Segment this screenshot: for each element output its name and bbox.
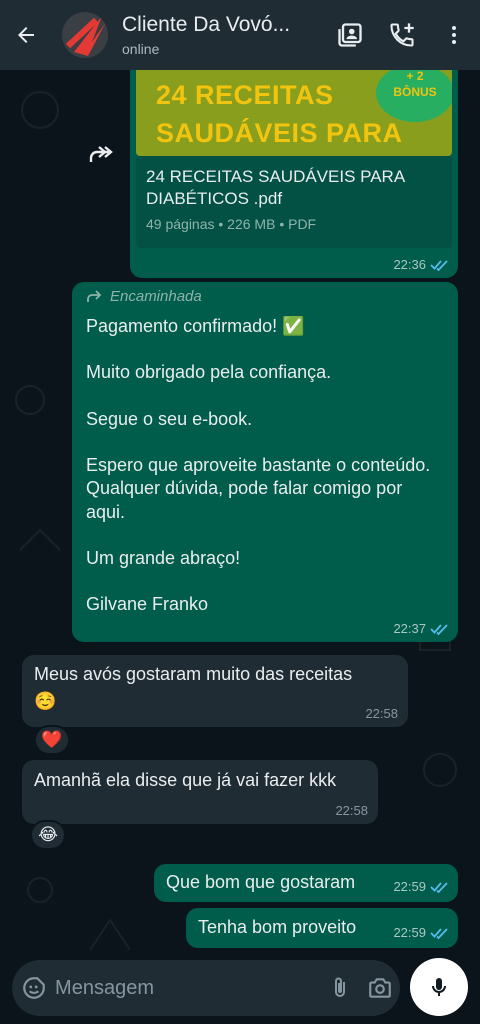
message-time: 22:58 [365,706,398,721]
redaction-scribble-icon [65,16,106,56]
file-meta: 49 páginas • 226 MB • PDF [146,216,317,232]
thumbnail-title-line1: 24 RECEITAS [156,80,334,110]
chat-area[interactable]: 24 RECEITAS SAUDÁVEIS PARA + 2 BÔNUS 24 … [0,70,480,954]
bonus-badge: + 2 BÔNUS [376,70,452,122]
contact-avatar[interactable] [62,12,108,58]
pdf-thumbnail[interactable]: 24 RECEITAS SAUDÁVEIS PARA + 2 BÔNUS [136,70,452,156]
more-vertical-icon [452,26,456,44]
message-meta: 22:59 [393,925,448,940]
message-meta: 22:37 [393,621,448,636]
back-button[interactable] [0,0,52,70]
message-meta: 22:59 [393,879,448,894]
chat-header: Cliente Da Vovó... online [0,0,480,70]
message-time: 22:59 [393,879,426,894]
double-check-icon [430,881,448,893]
add-call-button[interactable] [376,0,428,70]
camera-icon [369,978,391,998]
pdf-message-bubble[interactable]: 24 RECEITAS SAUDÁVEIS PARA + 2 BÔNUS 24 … [130,70,458,278]
incoming-message-bubble[interactable]: Amanhã ela disse que já vai fazer kkk 22… [22,760,378,824]
attach-button[interactable] [320,960,360,1016]
message-input-bar [12,960,400,1016]
double-check-icon [430,259,448,271]
message-reaction[interactable]: ❤️ [34,725,70,755]
message-input[interactable] [55,976,321,1000]
add-call-icon [390,23,414,47]
message-reaction[interactable]: 😂 [30,820,66,850]
contact-status: online [122,41,160,57]
voice-message-button[interactable] [410,958,468,1016]
message-meta: 22:58 [335,803,368,818]
more-options-button[interactable] [428,0,480,70]
contact-card-icon [338,23,362,47]
forward-button[interactable] [80,132,124,176]
thumbnail-title-line2: SAUDÁVEIS PARA [156,118,403,148]
forwarded-message-bubble[interactable]: Encaminhada Pagamento confirmado! ✅ Muit… [72,282,458,642]
bonus-badge-top: + 2 [406,70,424,83]
double-check-icon [430,623,448,635]
outgoing-message-bubble[interactable]: Que bom que gostaram 22:59 [154,864,458,902]
message-meta: 22:36 [393,257,448,272]
message-text: Pagamento confirmado! ✅ Muito obrigado p… [86,316,431,615]
message-time: 22:37 [393,621,426,636]
double-check-icon [430,927,448,939]
bonus-badge-bottom: BÔNUS [393,85,437,99]
forward-arrow-icon [89,146,113,162]
message-time: 22:59 [393,925,426,940]
forwarded-label: Encaminhada [86,288,444,305]
contact-name: Cliente Da Vovó... [122,13,291,36]
contact-card-button[interactable] [324,0,376,70]
mic-icon [432,978,446,996]
pdf-file-info[interactable]: 24 RECEITAS SAUDÁVEIS PARA DIABÉTICOS .p… [136,156,452,248]
back-arrow-icon [18,27,34,43]
attach-icon [335,977,346,997]
message-time: 22:36 [393,257,426,272]
outgoing-message-bubble[interactable]: Tenha bom proveito 22:59 [186,908,458,948]
incoming-message-bubble[interactable]: Meus avós gostaram muito das receitas ☺️… [22,655,408,727]
file-name: 24 RECEITAS SAUDÁVEIS PARA DIABÉTICOS .p… [146,167,405,208]
camera-button[interactable] [360,960,400,1016]
emoji-button[interactable] [12,960,55,1016]
message-meta: 22:58 [365,706,398,721]
forwarded-icon [87,289,102,302]
forwarded-label-text: Encaminhada [110,288,202,305]
emoji-sticker-icon [22,977,45,999]
message-text: Amanhã ela disse que já vai fazer kkk [34,770,337,790]
message-text: Meus avós gostaram muito das receitas ☺️ [34,664,353,711]
contact-info[interactable]: Cliente Da Vovó... online [122,13,324,57]
message-time: 22:58 [335,803,368,818]
